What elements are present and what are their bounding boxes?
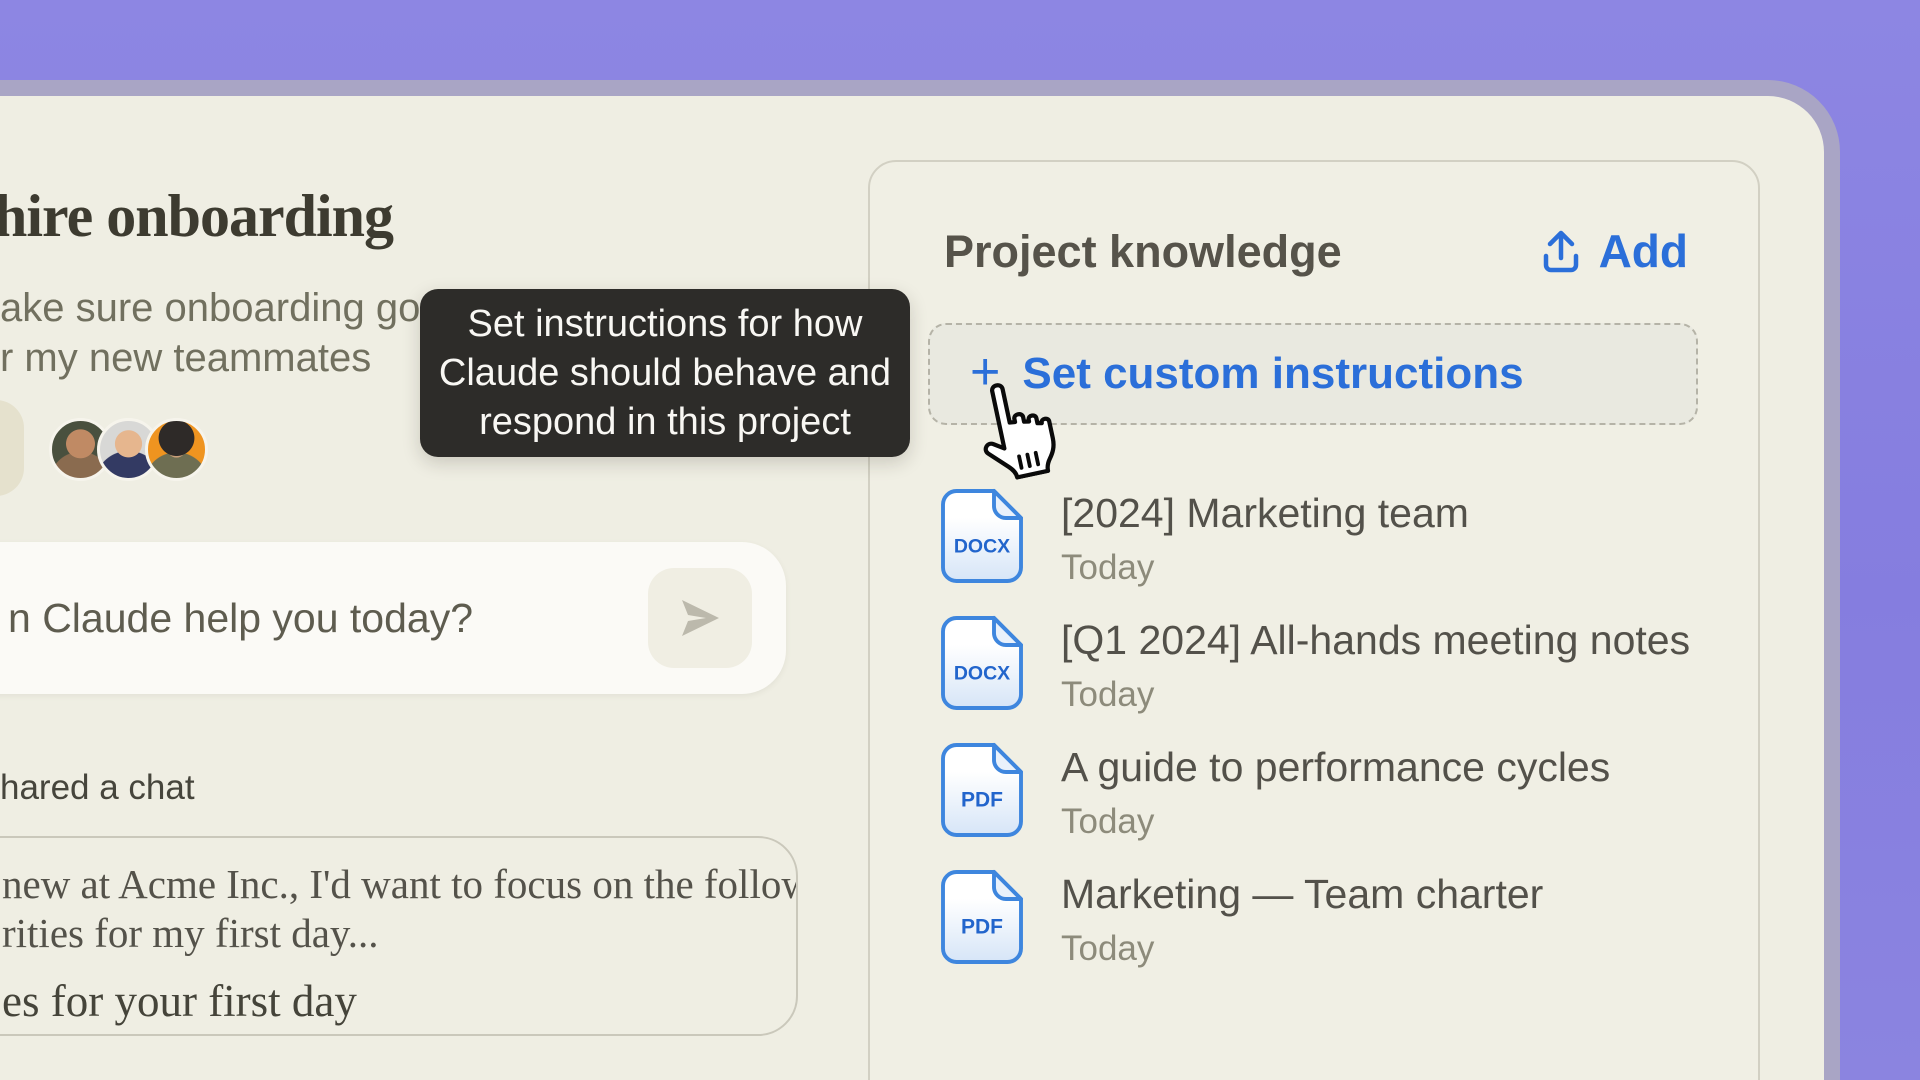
svg-text:DOCX: DOCX <box>954 663 1010 685</box>
file-date: Today <box>1061 929 1543 969</box>
shared-chat-label: hared a chat <box>0 768 195 808</box>
file-row[interactable]: DOCX [Q1 2024] All-hands meeting notes T… <box>940 615 1718 711</box>
docx-file-icon: DOCX <box>940 615 1024 711</box>
svg-text:PDF: PDF <box>961 789 1003 812</box>
file-row[interactable]: PDF A guide to performance cycles Today <box>940 742 1718 838</box>
tooltip-line3: respond in this project <box>420 398 910 447</box>
tooltip-line2: Claude should behave and <box>420 349 910 398</box>
file-title: A guide to performance cycles <box>1061 744 1610 790</box>
chat-input[interactable]: n Claude help you today? <box>0 542 786 694</box>
set-custom-instructions-label: Set custom instructions <box>1022 349 1523 399</box>
add-knowledge-button[interactable]: Add <box>1539 224 1688 278</box>
shared-chat-title: es for your first day <box>2 975 766 1027</box>
docx-file-icon: DOCX <box>940 488 1024 584</box>
send-button[interactable] <box>648 568 752 668</box>
knowledge-file-list: DOCX [2024] Marketing team Today DOCX <box>940 488 1718 965</box>
shared-chat-preview: new at Acme Inc., I'd want to focus on t… <box>2 860 766 958</box>
svg-text:DOCX: DOCX <box>954 536 1010 558</box>
file-row[interactable]: PDF Marketing — Team charter Today <box>940 869 1718 965</box>
svg-text:PDF: PDF <box>961 916 1003 939</box>
avatar[interactable] <box>145 418 208 481</box>
pdf-file-icon: PDF <box>940 869 1024 965</box>
add-button-label: Add <box>1599 224 1688 278</box>
project-knowledge-panel: Project knowledge Add + Set custom instr… <box>868 160 1760 1080</box>
project-description-line1: ake sure onboarding go <box>0 283 420 333</box>
file-title: Marketing — Team charter <box>1061 871 1543 917</box>
chat-input-placeholder: n Claude help you today? <box>8 542 473 694</box>
shared-chat-card[interactable]: new at Acme Inc., I'd want to focus on t… <box>0 836 798 1036</box>
tooltip: Set instructions for how Claude should b… <box>420 289 910 457</box>
file-date: Today <box>1061 675 1690 715</box>
project-title: hire onboarding <box>0 186 393 246</box>
pdf-file-icon: PDF <box>940 742 1024 838</box>
file-date: Today <box>1061 802 1610 842</box>
project-description-line2: r my new teammates <box>0 333 420 383</box>
file-title: [2024] Marketing team <box>1061 490 1469 536</box>
project-description: ake sure onboarding go r my new teammate… <box>0 283 420 383</box>
tooltip-line1: Set instructions for how <box>420 300 910 349</box>
shared-chat-preview-line2: rities for my first day... <box>2 909 766 958</box>
members-pill[interactable] <box>0 400 24 496</box>
upload-icon <box>1539 227 1583 275</box>
file-row[interactable]: DOCX [2024] Marketing team Today <box>940 488 1718 584</box>
file-date: Today <box>1061 548 1469 588</box>
marketing-backdrop: hire onboarding ake sure onboarding go r… <box>0 0 1920 1080</box>
panel-title: Project knowledge <box>944 226 1342 278</box>
send-icon <box>672 590 728 646</box>
shared-chat-preview-line1: new at Acme Inc., I'd want to focus on t… <box>2 860 766 909</box>
file-title: [Q1 2024] All-hands meeting notes <box>1061 617 1690 663</box>
